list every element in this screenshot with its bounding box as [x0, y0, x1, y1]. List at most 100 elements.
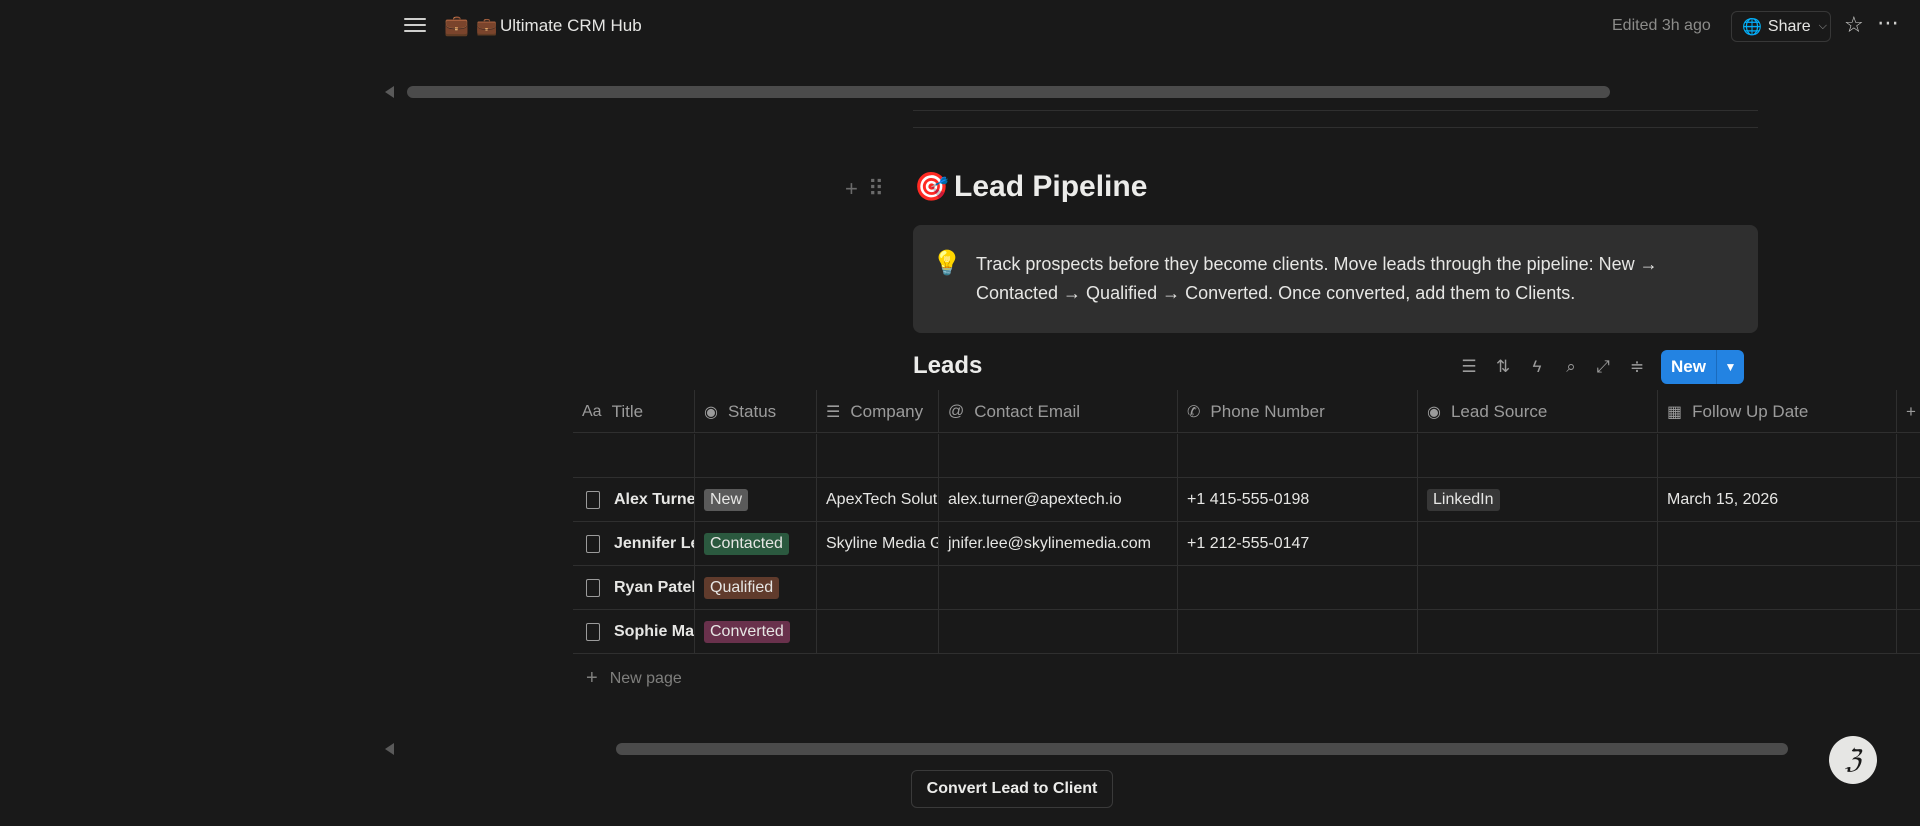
add-column-button[interactable]: + — [1897, 390, 1920, 433]
table-cell[interactable] — [1418, 434, 1658, 478]
table-row[interactable]: Jennifer Lee Contacted Skyline Media Gro… — [573, 522, 1920, 566]
drag-handle-icon[interactable]: ⠿ — [868, 176, 884, 202]
filter-icon[interactable]: ☰ — [1458, 356, 1480, 378]
settings-icon[interactable]: ≑ — [1626, 356, 1648, 378]
star-icon[interactable]: ☆ — [1844, 12, 1864, 38]
briefcase-icon[interactable]: 💼 — [444, 14, 469, 38]
column-header-title[interactable]: Aa Title — [573, 390, 695, 433]
follow-up-cell[interactable] — [1658, 610, 1897, 654]
divider — [913, 110, 1758, 111]
table-cell[interactable] — [1178, 434, 1418, 478]
divider — [913, 127, 1758, 128]
lead-source-cell[interactable] — [1418, 522, 1658, 566]
table-cell[interactable] — [573, 434, 695, 478]
table-header-row: Aa Title ◉ Status ☰ Company @ Contact Email … — [573, 390, 1920, 433]
title-cell[interactable]: Jennifer Lee — [573, 522, 695, 566]
edited-timestamp: Edited 3h ago — [1612, 17, 1711, 34]
page-icon — [586, 491, 600, 509]
plus-icon: + — [586, 667, 598, 689]
follow-up-cell[interactable] — [1658, 566, 1897, 610]
table-cell[interactable] — [1658, 434, 1897, 478]
title-cell[interactable]: Sophie Martin — [573, 610, 695, 654]
table-row[interactable]: Sophie Martin Converted — [573, 610, 1920, 654]
status-badge: Qualified — [704, 577, 780, 599]
email-cell[interactable]: alex.turner@apextech.io — [939, 478, 1178, 522]
company-cell[interactable]: ApexTech Solutions — [817, 478, 939, 522]
block-handles: + ⠿ — [845, 176, 884, 202]
column-header-email[interactable]: @ Contact Email — [939, 390, 1178, 433]
table-row-empty — [573, 434, 1920, 478]
phone-icon: ✆ — [1187, 403, 1201, 421]
text-lines-icon: ☰ — [826, 403, 841, 421]
share-button[interactable]: 🌐 Share ⌵ — [1731, 11, 1831, 42]
share-label: Share — [1767, 17, 1811, 35]
scroll-left-arrow[interactable] — [385, 86, 394, 98]
table-horizontal-scrollbar[interactable] — [616, 743, 1788, 755]
page-icon — [586, 535, 600, 553]
status-cell[interactable]: New — [695, 478, 817, 522]
status-badge: New — [704, 489, 749, 511]
new-page-button[interactable]: + New page — [586, 667, 682, 690]
plus-icon[interactable]: + — [845, 176, 858, 202]
follow-up-cell[interactable]: March 15, 2026 — [1658, 478, 1897, 522]
section-heading: Lead Pipeline — [954, 170, 1148, 203]
phone-cell[interactable]: +1 415-555-0198 — [1178, 478, 1418, 522]
lead-source-cell[interactable] — [1418, 566, 1658, 610]
lead-source-badge: LinkedIn — [1427, 489, 1500, 511]
phone-cell[interactable] — [1178, 610, 1418, 654]
status-cell[interactable]: Converted — [695, 610, 817, 654]
status-icon: ◉ — [704, 403, 718, 421]
page-icon — [586, 623, 600, 641]
company-cell[interactable] — [817, 610, 939, 654]
chevron-down-icon[interactable]: ▼ — [1717, 360, 1744, 374]
lead-source-cell[interactable]: LinkedIn — [1418, 478, 1658, 522]
title-cell[interactable]: Ryan Patel — [573, 566, 695, 610]
status-cell[interactable]: Qualified — [695, 566, 817, 610]
phone-cell[interactable] — [1178, 566, 1418, 610]
follow-up-cell[interactable] — [1658, 522, 1897, 566]
database-title[interactable]: Leads — [913, 352, 982, 380]
briefcase-icon: 💼 — [476, 17, 498, 36]
page-icon — [586, 579, 600, 597]
select-icon: ◉ — [1427, 403, 1441, 421]
menu-icon[interactable] — [402, 14, 428, 38]
email-cell[interactable] — [939, 610, 1178, 654]
plus-icon: + — [1906, 401, 1916, 421]
table-cell[interactable] — [939, 434, 1178, 478]
sort-icon[interactable]: ⇅ — [1492, 356, 1514, 378]
more-icon[interactable]: ⋯ — [1877, 10, 1900, 36]
table-cell[interactable] — [817, 434, 939, 478]
email-cell[interactable] — [939, 566, 1178, 610]
callout: 💡 Track prospects before they become cli… — [913, 225, 1758, 333]
expand-icon[interactable]: ⤢ — [1592, 356, 1614, 378]
title-cell[interactable]: Alex Turner — [573, 478, 695, 522]
new-page-label: New page — [609, 669, 682, 687]
column-header-status[interactable]: ◉ Status — [695, 390, 817, 433]
horizontal-scrollbar[interactable] — [407, 86, 1610, 98]
table-cell[interactable] — [695, 434, 817, 478]
column-header-phone[interactable]: ✆ Phone Number — [1178, 390, 1418, 433]
lightbulb-icon: 💡 — [932, 250, 962, 277]
ai-assistant-icon[interactable]: ℨ — [1829, 736, 1877, 784]
new-button[interactable]: New ▼ — [1661, 350, 1744, 384]
column-header-lead-source[interactable]: ◉ Lead Source — [1418, 390, 1658, 433]
chevron-down-icon: ⌵ — [1818, 20, 1827, 32]
search-icon[interactable]: ⌕ — [1560, 356, 1582, 378]
column-header-company[interactable]: ☰ Company — [817, 390, 939, 433]
table-row[interactable]: Ryan Patel Qualified — [573, 566, 1920, 610]
automation-icon[interactable]: ϟ — [1526, 356, 1548, 378]
company-cell[interactable]: Skyline Media Group — [817, 522, 939, 566]
scroll-left-arrow[interactable] — [385, 743, 394, 755]
table-row[interactable]: Alex Turner New ApexTech Solutions alex.… — [573, 478, 1920, 522]
email-cell[interactable]: jnifer.lee@skylinemedia.com — [939, 522, 1178, 566]
phone-cell[interactable]: +1 212-555-0147 — [1178, 522, 1418, 566]
company-cell[interactable] — [817, 566, 939, 610]
convert-lead-button[interactable]: Convert Lead to Client — [911, 770, 1113, 808]
status-cell[interactable]: Contacted — [695, 522, 817, 566]
calendar-icon: ▦ — [1667, 403, 1683, 421]
at-icon: @ — [948, 402, 965, 420]
column-header-follow-up[interactable]: ▦ Follow Up Date — [1658, 390, 1897, 433]
lead-source-cell[interactable] — [1418, 610, 1658, 654]
page-title[interactable]: Ultimate CRM Hub — [500, 16, 642, 36]
new-button-label: New — [1671, 357, 1706, 376]
